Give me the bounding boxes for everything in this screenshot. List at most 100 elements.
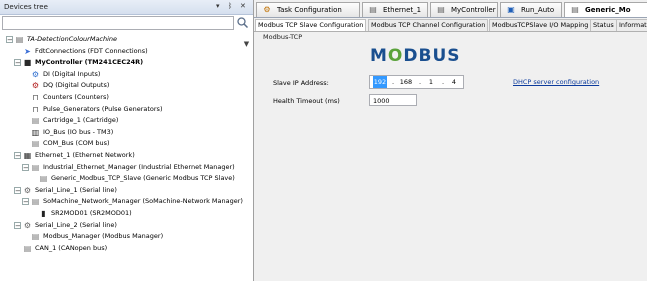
tree-item[interactable]: − ▤ TA-DetectionColourMachine — [0, 34, 253, 45]
editor-tab[interactable]: ▤ Ethernet_1 — [362, 2, 428, 17]
device-icon: ▥ — [31, 127, 40, 137]
ip-octet-4[interactable]: 4 — [447, 76, 461, 88]
device-icon: ▤ — [39, 174, 48, 184]
tree-item-label: Industrial_Ethernet_Manager (Industrial … — [43, 162, 235, 171]
tree-item[interactable]: ▤ Cartridge_1 (Cartridge) — [0, 115, 253, 126]
collapse-icon[interactable]: − — [14, 221, 21, 229]
editor-tab[interactable]: ▤ MyController — [430, 2, 498, 17]
tree-item[interactable]: ▤ COM_Bus (COM bus) — [0, 138, 253, 149]
tree-item[interactable]: ▥ IO_Bus (IO bus - TM3) — [0, 127, 253, 138]
tree-item[interactable]: ▤ CAN_1 (CANopen bus) — [0, 243, 253, 254]
collapse-icon[interactable]: − — [22, 198, 29, 206]
sub-tab[interactable]: ModbusTCPSlave I/O Mapping — [489, 19, 592, 31]
modbus-logo-text: MODBUS — [370, 46, 461, 66]
dropdown-arrow-icon[interactable]: ▾ — [216, 2, 220, 10]
tree-item-label: SR2MOD01 (SR2MOD01) — [51, 209, 132, 217]
editor-tab-label: Task Configuration — [277, 6, 342, 14]
modbus-logo: MODBUS — [370, 46, 461, 66]
scroll-down-icon[interactable]: ▼ — [242, 40, 251, 49]
editor-tab[interactable]: ⚙ Task Configuration — [256, 2, 360, 17]
tree-item-label: TA-DetectionColourMachine — [27, 35, 118, 43]
tree-item-label: FdtConnections (FDT Connections) — [35, 46, 148, 55]
collapse-icon[interactable]: − — [6, 36, 13, 44]
tree-item-label: Pulse_Generators (Pulse Generators) — [43, 104, 163, 113]
editor-tab-bar: ⚙ Task Configuration ▤ Ethernet_1 ▤ MyControl… — [254, 0, 647, 18]
health-timeout-input[interactable]: 1000 — [369, 94, 417, 106]
device-icon: ▤ — [31, 139, 40, 149]
ip-octet-1[interactable]: 192 — [373, 76, 387, 88]
group-title: Modbus-TCP — [263, 33, 303, 41]
editor-tab-label: Ethernet_1 — [383, 6, 422, 14]
collapse-icon[interactable]: − — [22, 163, 29, 171]
device-icon: ⊓ — [32, 104, 39, 114]
tree-item[interactable]: ⊓ Pulse_Generators (Pulse Generators) — [0, 104, 253, 115]
device-icon: ▤ — [31, 116, 40, 126]
collapse-icon[interactable]: − — [14, 59, 21, 67]
tree-item[interactable]: − ▤ SoMachine_Network_Manager (SoMachine-N… — [0, 196, 253, 207]
collapse-icon[interactable]: − — [14, 152, 21, 160]
devices-tree-header: Devices tree ▾ ᛒ ✕ — [0, 0, 253, 15]
devices-tree-panel: Devices tree ▾ ᛒ ✕ − ▤ TA-DetectionColourM… — [0, 0, 254, 281]
tree-item[interactable]: − ▦ Ethernet_1 (Ethernet Network) — [0, 150, 253, 161]
pin-icon[interactable]: ᛒ — [228, 2, 232, 10]
config-panel — [256, 32, 647, 281]
ip-octet-3[interactable]: 1 — [424, 76, 438, 88]
tab-icon: ▤ — [437, 5, 445, 14]
sub-tab[interactable]: Status — [590, 19, 617, 31]
editor-tab[interactable]: ▣ Run_Auto — [500, 2, 562, 17]
device-icon: ▦ — [23, 151, 32, 160]
tree-item[interactable]: − ⚙ Serial_Line_2 (Serial line) — [0, 220, 253, 231]
device-icon: ▤ — [23, 243, 32, 253]
device-icon: ⊓ — [32, 93, 39, 102]
tree-item-label: DQ (Digital Outputs) — [43, 81, 110, 90]
device-icon: ⚙ — [31, 69, 40, 79]
tree-item[interactable]: ▤ Generic_Modbus_TCP_Slave (Generic Modbu… — [0, 173, 253, 184]
tree-search-input[interactable] — [2, 16, 234, 30]
device-icon: ⚙ — [23, 185, 32, 195]
slave-ip-input[interactable]: 192 . 168 . 1 . 4 — [369, 75, 464, 89]
tree-search-row — [0, 15, 253, 31]
tree-item[interactable]: ⚙ DQ (Digital Outputs) — [0, 80, 253, 91]
tree-item[interactable]: − ⚙ Serial_Line_1 (Serial line) — [0, 185, 253, 196]
editor-tab-label: MyController — [451, 6, 496, 14]
tree-item-label: IO_Bus (IO bus - TM3) — [43, 127, 114, 136]
tree-item[interactable]: ➤ FdtConnections (FDT Connections) — [0, 46, 253, 57]
editor-tab-label: Generic_Mo — [585, 6, 631, 14]
tree-item-label: COM_Bus (COM bus) — [43, 139, 110, 148]
tree-item-label: Counters (Counters) — [43, 93, 109, 101]
device-icon: ⚙ — [31, 81, 40, 91]
tab-icon: ▣ — [507, 5, 515, 14]
device-icon: ▤ — [15, 35, 24, 44]
tree-item-label: SoMachine_Network_Manager (SoMachine-Net… — [43, 197, 243, 206]
device-icon: ■ — [23, 58, 32, 68]
tree-item-label: Generic_Modbus_TCP_Slave (Generic Modbus… — [51, 174, 235, 183]
tree-item[interactable]: − ■ MyController (TM241CEC24R) — [0, 57, 253, 68]
devices-tree: − ▤ TA-DetectionColourMachine ➤ FdtConnectio… — [0, 34, 253, 281]
sub-tab[interactable]: Information — [616, 19, 647, 31]
search-icon — [237, 17, 249, 29]
tree-item[interactable]: ▤ Modbus_Manager (Modbus Manager) — [0, 231, 253, 242]
editor-tab[interactable]: ▤ Generic_Mo — [564, 2, 647, 17]
tree-item-label: Serial_Line_2 (Serial line) — [35, 220, 117, 229]
tree-item[interactable]: ▮ SR2MOD01 (SR2MOD01) — [0, 208, 253, 219]
tree-item-label: MyController (TM241CEC24R) — [35, 58, 144, 67]
dhcp-server-config-link[interactable]: DHCP server configuration — [513, 78, 599, 86]
devices-tree-title: Devices tree — [4, 3, 48, 11]
tree-item-label: Cartridge_1 (Cartridge) — [43, 116, 119, 125]
device-icon: ⚙ — [23, 220, 32, 230]
search-button[interactable] — [235, 15, 250, 30]
tree-item-label: DI (Digital Inputs) — [43, 69, 101, 78]
close-icon[interactable]: ✕ — [240, 2, 246, 10]
tree-item-label: Serial_Line_1 (Serial line) — [35, 185, 117, 194]
tree-item[interactable]: ⊓ Counters (Counters) — [0, 92, 253, 103]
sub-tab[interactable]: Modbus TCP Channel Configuration — [368, 19, 489, 31]
device-icon: ▮ — [41, 209, 46, 218]
collapse-icon[interactable]: − — [14, 186, 21, 194]
device-icon: ▤ — [31, 232, 40, 242]
ip-octet-2[interactable]: 168 — [397, 76, 415, 88]
tree-item[interactable]: − ▤ Industrial_Ethernet_Manager (Industria… — [0, 162, 253, 173]
device-icon: ▤ — [31, 197, 40, 207]
health-timeout-label: Health Timeout (ms) — [273, 97, 340, 105]
tree-item[interactable]: ⚙ DI (Digital Inputs) — [0, 69, 253, 80]
sub-tab[interactable]: Modbus TCP Slave Configuration — [255, 19, 367, 31]
